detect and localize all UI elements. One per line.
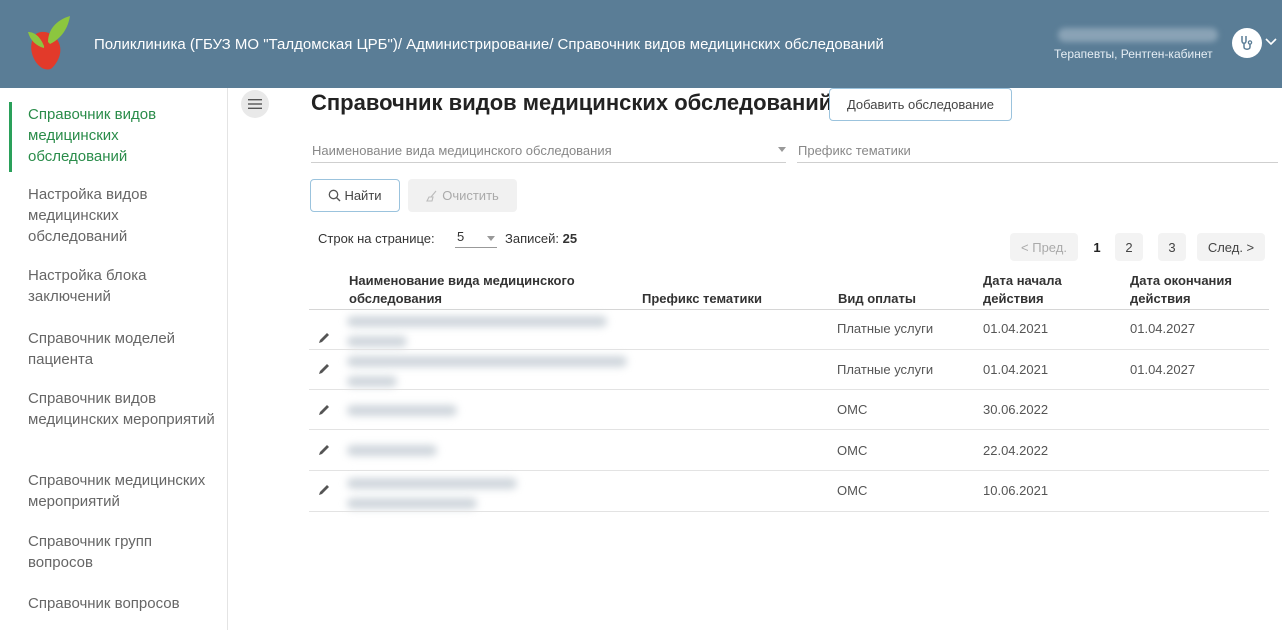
row-divider — [309, 349, 1269, 350]
rows-per-page-value: 5 — [457, 229, 465, 244]
column-header-end-date: Дата окончания действия — [1130, 273, 1232, 306]
user-info[interactable]: Терапевты, Рентген-кабинет — [1048, 26, 1228, 66]
start-date-cell: 30.06.2022 — [983, 402, 1049, 417]
row-divider — [309, 389, 1269, 390]
clear-button-label: Очистить — [442, 188, 499, 203]
sidebar-item-exam-settings[interactable]: Настройка видов медицинских обследований — [28, 184, 218, 247]
exam-name-placeholder: Наименование вида медицинского обследова… — [312, 143, 612, 158]
payment-cell: Платные услуги — [837, 362, 934, 377]
records-value: 25 — [562, 231, 578, 246]
row-divider — [309, 429, 1269, 430]
caret-down-icon — [778, 147, 786, 152]
heart-leaf-logo — [28, 16, 70, 70]
start-date-cell: 01.04.2021 — [983, 321, 1049, 336]
exam-name-redacted — [347, 316, 607, 327]
find-button-label: Найти — [344, 188, 382, 203]
page-title: Справочник видов медицинских обследовани… — [311, 90, 833, 115]
sidebar-item-question-groups[interactable]: Справочник групп вопросов — [28, 531, 218, 573]
broom-icon — [426, 190, 437, 202]
pager-page-3[interactable]: 3 — [1158, 233, 1186, 261]
pager-prev-button[interactable]: < Пред. — [1010, 233, 1078, 261]
records-label: Записей: — [505, 231, 559, 246]
add-exam-button[interactable]: Добавить обследование — [829, 88, 1012, 121]
payment-cell: ОМС — [837, 402, 868, 417]
payment-cell: ОМС — [837, 483, 868, 498]
payment-cell: Платные услуги — [837, 321, 934, 336]
rows-per-page-label: Строк на странице: — [318, 231, 435, 246]
pencil-icon[interactable] — [316, 361, 332, 377]
search-icon — [329, 189, 341, 202]
sidebar-item-activity-types[interactable]: Справочник видов медицинских мероприятий — [28, 388, 218, 430]
menu-toggle-button[interactable] — [241, 90, 269, 118]
rows-per-page-select[interactable]: 5 — [455, 228, 497, 248]
clear-button[interactable]: Очистить — [408, 179, 517, 212]
pager-page-2[interactable]: 2 — [1115, 233, 1143, 261]
user-roles: Терапевты, Рентген-кабинет — [1054, 47, 1213, 61]
exam-name-redacted — [347, 445, 437, 456]
column-header-prefix: Префикс тематики — [642, 291, 763, 306]
exam-name-redacted — [347, 405, 457, 416]
pencil-icon[interactable] — [316, 482, 332, 498]
sidebar-item-patient-models[interactable]: Справочник моделей пациента — [28, 328, 218, 370]
sidebar-item-questions[interactable]: Справочник вопросов — [28, 593, 218, 614]
breadcrumb: Поликлиника (ГБУЗ МО "Талдомская ЦРБ")/ … — [94, 36, 884, 53]
exam-name-redacted — [347, 336, 407, 347]
pager-next-button[interactable]: След. > — [1197, 233, 1265, 261]
start-date-cell: 10.06.2021 — [983, 483, 1049, 498]
column-header-payment: Вид оплаты — [838, 291, 916, 306]
row-divider — [309, 511, 1269, 512]
pager-page-1[interactable]: 1 — [1087, 233, 1107, 261]
chevron-down-icon[interactable] — [1264, 35, 1278, 49]
start-date-cell: 22.04.2022 — [983, 443, 1049, 458]
prefix-placeholder: Префикс тематики — [798, 143, 911, 158]
payment-cell: ОМС — [837, 443, 868, 458]
end-date-cell: 01.04.2027 — [1130, 321, 1196, 336]
records-count: Записей: 25 — [505, 231, 577, 246]
stethoscope-icon — [1241, 36, 1253, 50]
start-date-cell: 01.04.2021 — [983, 362, 1049, 377]
pencil-icon[interactable] — [316, 442, 332, 458]
exam-name-select[interactable]: Наименование вида медицинского обследова… — [311, 137, 786, 163]
sidebar-active-indicator — [9, 102, 12, 172]
sidebar-item-activities[interactable]: Справочник медицинских мероприятий — [28, 470, 218, 512]
exam-name-redacted — [347, 498, 477, 509]
exam-name-redacted — [347, 356, 627, 367]
prefix-input[interactable]: Префикс тематики — [797, 137, 1278, 163]
pencil-icon[interactable] — [316, 402, 332, 418]
pencil-icon[interactable] — [316, 330, 332, 346]
exam-name-redacted — [347, 376, 397, 387]
row-divider — [309, 470, 1269, 471]
sidebar-item-exam-types[interactable]: Справочник видов медицинских обследовани… — [28, 104, 218, 167]
column-header-start-date: Дата начала действия — [983, 273, 1062, 306]
table-header-divider — [309, 309, 1269, 310]
app-header: Поликлиника (ГБУЗ МО "Талдомская ЦРБ")/ … — [0, 0, 1282, 88]
exam-name-redacted — [347, 478, 517, 489]
column-header-name: Наименование вида медицинского обследова… — [349, 273, 575, 306]
caret-down-icon — [487, 236, 495, 241]
hamburger-icon — [248, 99, 262, 109]
find-button[interactable]: Найти — [310, 179, 400, 212]
end-date-cell: 01.04.2027 — [1130, 362, 1196, 377]
avatar[interactable] — [1232, 28, 1262, 58]
sidebar: Справочник видов медицинских обследовани… — [0, 88, 228, 630]
user-name-redacted — [1058, 28, 1218, 42]
sidebar-item-conclusion-settings[interactable]: Настройка блока заключений — [28, 265, 218, 307]
